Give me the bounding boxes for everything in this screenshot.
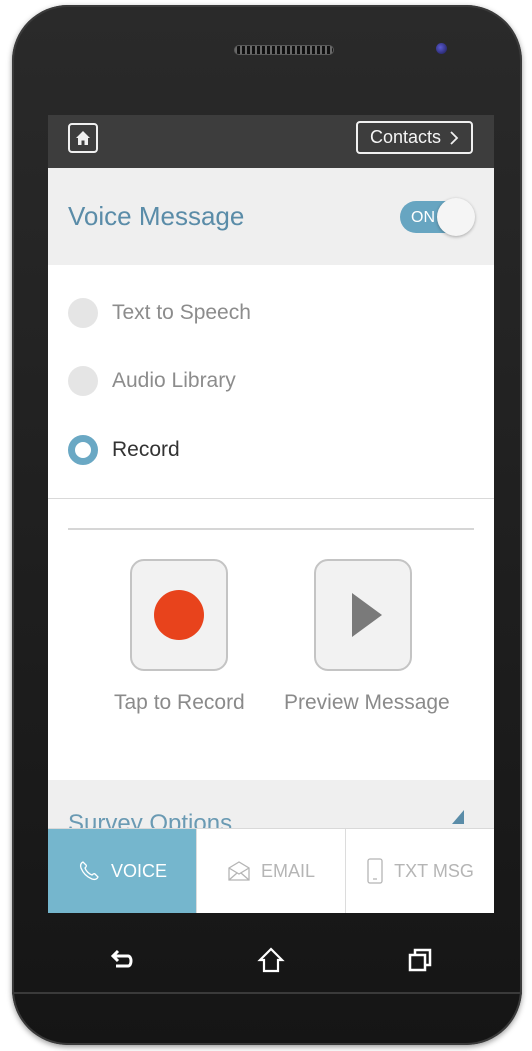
record-area: Tap to Record Preview Message	[48, 499, 494, 780]
toggle-knob	[437, 197, 475, 236]
bottom-tab-bar: VOICE EMAIL TXT MSG	[48, 828, 494, 913]
home-key[interactable]	[251, 940, 291, 980]
record-button[interactable]	[130, 559, 228, 671]
back-icon	[111, 949, 133, 968]
preview-caption: Preview Message	[284, 691, 450, 714]
radio-button[interactable]	[68, 298, 98, 328]
tab-email[interactable]: EMAIL	[197, 829, 346, 913]
phone-icon	[79, 861, 99, 881]
mobile-icon	[367, 858, 383, 884]
option-text-to-speech[interactable]: Text to Speech	[68, 296, 251, 330]
option-audio-library[interactable]: Audio Library	[68, 364, 236, 398]
front-camera	[436, 43, 447, 54]
system-nav-bar	[48, 925, 494, 995]
expand-triangle-icon	[452, 810, 464, 824]
option-label: Record	[112, 438, 180, 461]
voice-message-title: Voice Message	[68, 201, 245, 231]
contacts-label: Contacts	[369, 127, 442, 147]
radio-button-selected[interactable]	[68, 435, 98, 465]
voice-source-options: Text to Speech Audio Library Record	[48, 265, 494, 499]
toggle-label: ON	[411, 208, 435, 226]
divider	[68, 528, 474, 530]
recent-apps-key[interactable]	[400, 940, 440, 980]
envelope-icon	[228, 861, 250, 881]
home-outline-icon	[257, 947, 285, 973]
back-key[interactable]	[102, 940, 142, 980]
app-screen: Contacts Voice Message ON Text to Speech…	[48, 115, 494, 913]
home-icon	[76, 131, 90, 145]
speaker-grille	[234, 45, 334, 55]
tab-voice[interactable]: VOICE	[48, 829, 197, 913]
contacts-button[interactable]: Contacts	[356, 121, 473, 154]
bottom-bezel-line	[12, 992, 522, 994]
preview-button[interactable]	[314, 559, 412, 671]
record-caption: Tap to Record	[114, 691, 245, 714]
option-label: Audio Library	[112, 369, 236, 392]
home-button[interactable]	[68, 123, 98, 153]
option-label: Text to Speech	[112, 301, 251, 324]
top-bar: Contacts	[48, 115, 494, 168]
tab-label: VOICE	[110, 860, 167, 881]
option-record[interactable]: Record	[68, 433, 180, 467]
voice-message-toggle[interactable]: ON	[400, 197, 475, 236]
tab-label: EMAIL	[260, 860, 316, 881]
record-dot-icon	[154, 590, 204, 640]
play-icon	[352, 593, 382, 637]
radio-button[interactable]	[68, 366, 98, 396]
tab-label: TXT MSG	[394, 860, 474, 881]
recent-apps-icon	[408, 948, 431, 972]
chevron-right-icon	[450, 130, 459, 145]
tab-txt-msg[interactable]: TXT MSG	[346, 829, 494, 913]
voice-message-header: Voice Message ON	[48, 168, 494, 265]
